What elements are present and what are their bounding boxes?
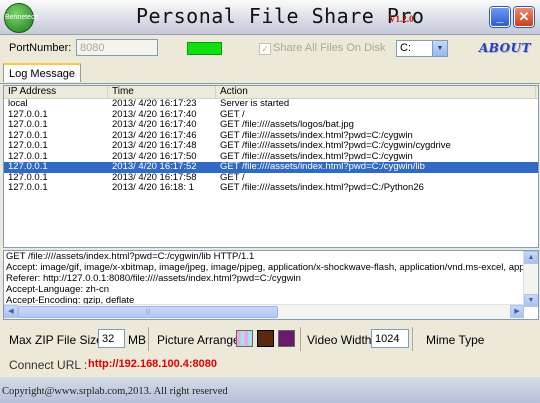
arrange-option-purple[interactable] (278, 330, 295, 347)
picture-arrange-label: Picture Arrange: (157, 333, 244, 347)
log-time-cell: 2013/ 4/20 16:18: 1 (112, 183, 194, 193)
log-action-cell: GET / (220, 172, 245, 183)
zip-size-unit: MB (128, 333, 146, 347)
minimize-button[interactable]: _ (490, 7, 510, 27)
log-action-cell: GET /file:////assets/index.html?pwd=C:/c… (220, 130, 413, 141)
tab-strip: Log Message (0, 61, 540, 84)
log-ip-cell: 127.0.0.1 (8, 172, 48, 183)
log-ip-cell: local (8, 99, 28, 109)
log-ip-cell: 127.0.0.1 (8, 162, 48, 172)
log-row[interactable]: 127.0.0.1 2013/ 4/20 16:18: 1 GET /file://… (4, 183, 538, 194)
request-detail-line: Accept: image/gif, image/x-xbitmap, imag… (6, 262, 539, 273)
horizontal-scrollbar[interactable]: ◀ ||| ▶ (4, 304, 524, 319)
log-action-cell: Server is started (220, 99, 290, 109)
log-time-cell: 2013/ 4/20 16:17:46 (112, 130, 197, 141)
app-title: Personal File Share Pro (136, 4, 425, 28)
footer: Copyright@www.srplab.com,2013. All right… (0, 377, 540, 403)
log-ip-cell: 127.0.0.1 (8, 183, 48, 193)
scroll-down-button[interactable]: ▼ (524, 294, 538, 307)
log-row[interactable]: local 2013/ 4/20 16:17:23 Server is starte… (4, 99, 538, 110)
log-action-cell: GET /file:////assets/index.html?pwd=C:/P… (220, 183, 424, 193)
request-detail-box[interactable]: GET /file:////assets/index.html?pwd=C:/c… (3, 250, 539, 320)
log-time-cell: 2013/ 4/20 16:17:48 (112, 141, 197, 151)
scroll-right-button[interactable]: ▶ (510, 305, 524, 318)
video-width-input[interactable] (371, 329, 409, 348)
log-ip-cell: 127.0.0.1 (8, 151, 48, 162)
scroll-left-button[interactable]: ◀ (4, 305, 18, 318)
mime-type-button[interactable]: Mime Type (426, 333, 484, 347)
zip-size-input[interactable] (98, 329, 125, 348)
column-header-action[interactable]: Action (216, 86, 536, 98)
server-status-indicator (187, 42, 222, 55)
close-button[interactable]: ✕ (514, 7, 534, 27)
share-all-label: Share All Files On Disk (273, 42, 386, 54)
disk-select-value: C: (400, 42, 411, 54)
log-action-cell: GET /file:////assets/logos/bat.jpg (220, 120, 354, 130)
divider (412, 327, 413, 351)
log-row[interactable]: 127.0.0.1 2013/ 4/20 16:17:40 GET / (4, 110, 538, 121)
tab-log-message[interactable]: Log Message (3, 63, 82, 82)
log-list-header: IP Address Time Action (4, 86, 538, 99)
log-list[interactable]: IP Address Time Action local 2013/ 4/20 1… (3, 85, 539, 248)
vertical-scrollbar[interactable]: ▲ ▼ (523, 251, 538, 307)
log-action-cell: GET /file:////assets/index.html?pwd=C:/c… (220, 151, 413, 162)
log-ip-cell: 127.0.0.1 (8, 120, 48, 130)
minimize-icon: _ (496, 9, 504, 24)
log-time-cell: 2013/ 4/20 16:17:52 (112, 162, 197, 172)
log-action-cell: GET /file:////assets/index.html?pwd=C:/c… (220, 141, 451, 151)
app-logo: Bennetech (4, 3, 38, 33)
log-action-cell: GET / (220, 109, 245, 120)
scroll-up-button[interactable]: ▲ (524, 251, 538, 264)
horizontal-scroll-thumb[interactable]: ||| (18, 306, 278, 318)
logo-text: Bennetech (5, 14, 39, 21)
divider (300, 327, 301, 351)
request-detail-lines: GET /file:////assets/index.html?pwd=C:/c… (4, 251, 538, 306)
log-ip-cell: 127.0.0.1 (8, 109, 48, 120)
divider (148, 327, 149, 351)
log-row[interactable]: 127.0.0.1 2013/ 4/20 16:17:40 GET /file://… (4, 120, 538, 131)
port-number-input[interactable] (76, 39, 158, 56)
log-time-cell: 2013/ 4/20 16:17:23 (112, 99, 197, 109)
arrange-option-dark[interactable] (257, 330, 274, 347)
log-rows: local 2013/ 4/20 16:17:23 Server is starte… (4, 99, 538, 194)
arrange-option-grid[interactable] (236, 330, 253, 347)
about-button[interactable]: ABOUT (479, 41, 531, 55)
log-time-cell: 2013/ 4/20 16:17:50 (112, 151, 197, 162)
log-row[interactable]: 127.0.0.1 2013/ 4/20 16:17:50 GET /file://… (4, 152, 538, 163)
port-label: PortNumber: (9, 42, 72, 54)
request-detail-line: GET /file:////assets/index.html?pwd=C:/c… (6, 251, 255, 262)
close-icon: ✕ (518, 9, 530, 24)
connect-url-label: Connect URL : (9, 358, 88, 372)
column-header-time[interactable]: Time (108, 86, 216, 98)
share-all-checkbox[interactable]: ✓ (259, 43, 271, 55)
log-time-cell: 2013/ 4/20 16:17:40 (112, 109, 197, 120)
log-ip-cell: 127.0.0.1 (8, 130, 48, 141)
request-detail-line: Accept-Language: zh-cn (6, 284, 109, 295)
connect-url[interactable]: http://192.168.100.4:8080 (88, 358, 217, 370)
zip-size-label: Max ZIP File Size: (9, 333, 107, 347)
log-row[interactable]: 127.0.0.1 2013/ 4/20 16:17:58 GET / (4, 173, 538, 184)
column-header-ip[interactable]: IP Address (4, 86, 108, 98)
log-row[interactable]: 127.0.0.1 2013/ 4/20 16:17:52 GET /file://… (4, 162, 538, 173)
request-detail-line: Referer: http://127.0.0.1:8080/file:////… (6, 273, 301, 284)
app-version: V1.2.0 (389, 14, 414, 24)
log-time-cell: 2013/ 4/20 16:17:40 (112, 120, 197, 130)
log-row[interactable]: 127.0.0.1 2013/ 4/20 16:17:48 GET /file://… (4, 141, 538, 152)
video-width-label: Video Width: (307, 333, 375, 347)
title-bar: Bennetech Personal File Share Pro V1.2.0… (0, 0, 540, 35)
log-time-cell: 2013/ 4/20 16:17:58 (112, 172, 197, 183)
chevron-down-icon: ▼ (432, 41, 447, 56)
log-row[interactable]: 127.0.0.1 2013/ 4/20 16:17:46 GET /file://… (4, 131, 538, 142)
log-action-cell: GET /file:////assets/index.html?pwd=C:/c… (220, 162, 425, 172)
copyright-text: Copyright@www.srplab.com,2013. All right… (2, 386, 228, 397)
log-ip-cell: 127.0.0.1 (8, 141, 48, 151)
disk-select[interactable]: C: ▼ (396, 40, 448, 57)
